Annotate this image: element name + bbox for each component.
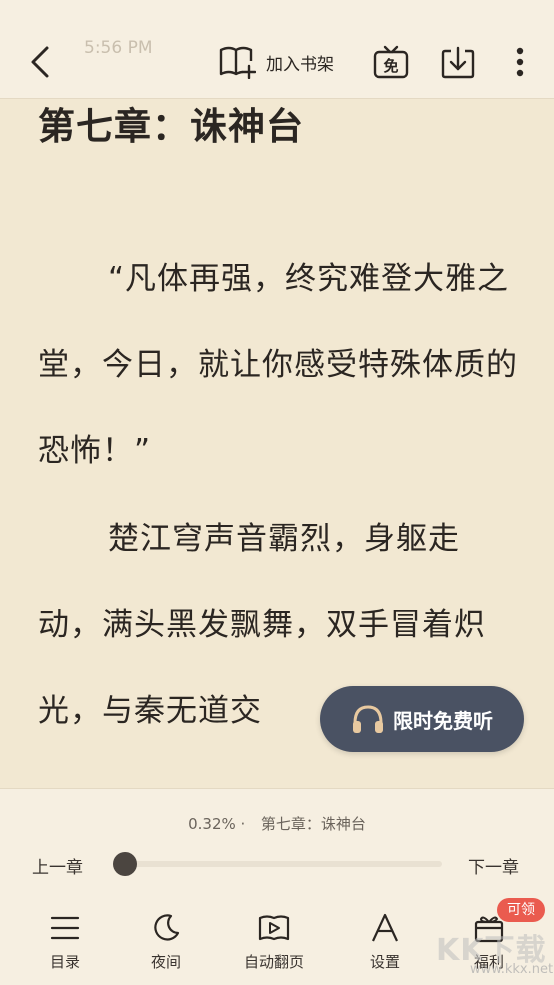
tab-label: 夜间 (150, 953, 181, 971)
watermark-url: www.kkx.net (470, 962, 554, 977)
free-listen-button[interactable]: 限时免费听 (320, 686, 524, 752)
autoplay-book-icon (258, 915, 290, 941)
download-icon (441, 46, 475, 79)
top-toolbar: 5:56 PM 加入书架 免 (0, 0, 554, 99)
download-button[interactable] (440, 44, 476, 80)
prev-chapter-button[interactable]: 上一章 (32, 853, 83, 878)
tab-label: 设置 (369, 953, 400, 971)
list-icon (50, 916, 80, 940)
free-listen-tv-button[interactable]: 免 (373, 44, 409, 80)
more-vertical-icon (516, 47, 524, 77)
free-listen-label: 限时免费听 (393, 708, 493, 733)
status-time-ghost: 5:56 PM (84, 38, 153, 58)
tab-auto-page[interactable]: 自动翻页 (229, 907, 319, 977)
tab-label: 目录 (49, 953, 80, 971)
progress-slider-track[interactable] (122, 861, 442, 867)
next-chapter-button[interactable]: 下一章 (468, 853, 519, 878)
back-button[interactable] (22, 42, 58, 82)
tab-settings[interactable]: 设置 (340, 907, 430, 977)
paragraph-text: “凡体再强，终究难登大雅之堂，今日，就让你感受特殊体质的恐怖！” (38, 261, 518, 469)
add-to-shelf-button[interactable]: 加入书架 (218, 44, 334, 80)
progress-slider-handle[interactable] (113, 852, 138, 876)
tab-label: 自动翻页 (243, 953, 304, 971)
paragraph: “凡体再强，终究难登大雅之堂，今日，就让你感受特殊体质的恐怖！” (38, 236, 522, 494)
add-to-shelf-label: 加入书架 (266, 54, 334, 75)
headphones-icon (353, 705, 383, 733)
more-menu-button[interactable] (502, 44, 538, 80)
chevron-left-icon (31, 46, 49, 78)
welfare-badge: 可领 (497, 898, 545, 922)
font-a-icon (372, 913, 398, 942)
tab-catalog[interactable]: 目录 (20, 907, 110, 977)
free-icon-text: 免 (383, 57, 398, 75)
moon-icon (154, 914, 180, 941)
free-tv-icon: 免 (373, 45, 409, 79)
progress-info: 0.32% · 第七章：诛神台 (0, 813, 554, 834)
progress-chapter: 第七章：诛神台 (260, 815, 366, 833)
progress-percent: 0.32% · (188, 815, 246, 833)
tab-night-mode[interactable]: 夜间 (121, 907, 211, 977)
book-plus-icon (219, 46, 256, 79)
reading-area[interactable]: “凡体再强，终究难登大雅之堂，今日，就让你感受特殊体质的恐怖！” 楚江穹声音霸烈… (0, 98, 554, 788)
